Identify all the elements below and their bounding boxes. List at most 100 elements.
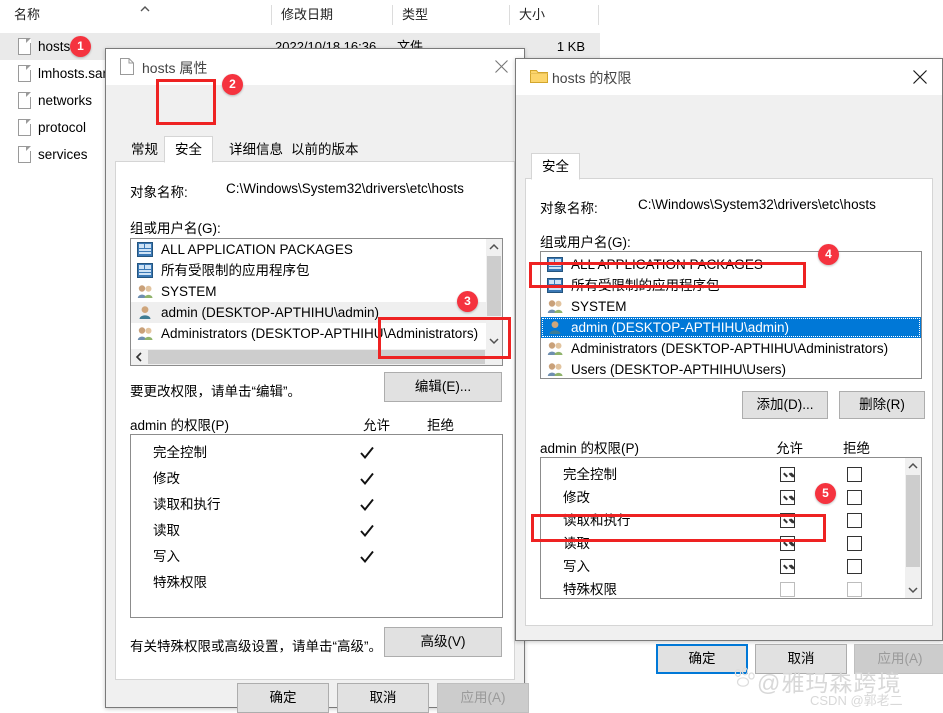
permission-name: 特殊权限 (563, 582, 617, 597)
allow-checkbox[interactable] (780, 467, 795, 482)
check-icon (360, 446, 374, 459)
scroll-up-arrow-icon[interactable] (905, 458, 921, 474)
group-name: SYSTEM (571, 299, 627, 314)
deny-column-header: 拒绝 (427, 418, 454, 433)
permission-name: 读取和执行 (153, 497, 221, 512)
column-header-size-label: 大小 (519, 7, 546, 22)
column-divider[interactable] (392, 5, 393, 25)
file-icon (18, 119, 31, 136)
table-row[interactable]: 写入 (131, 544, 502, 570)
check-icon (360, 498, 374, 511)
cancel-button[interactable]: 取消 (337, 683, 429, 713)
group-name: Administrators (DESKTOP-APTHIHU\Administ… (571, 341, 889, 356)
table-row[interactable]: 读取 (131, 518, 502, 544)
chevron-up-icon (140, 6, 150, 12)
annotation-badge-3: 3 (457, 291, 478, 312)
table-row[interactable]: 读取和执行 (131, 492, 502, 518)
tabstrip: 常规 安全 详细信息 以前的版本 (115, 133, 515, 163)
remove-button[interactable]: 删除(R) (839, 391, 925, 419)
deny-checkbox[interactable] (847, 490, 862, 505)
permission-name: 写入 (563, 559, 590, 574)
group-name: admin (DESKTOP-APTHIHU\admin) (161, 305, 380, 320)
check-icon (360, 524, 374, 537)
deny-checkbox[interactable] (847, 582, 862, 597)
dialog-title: hosts 的权限 (552, 70, 632, 86)
tab-general[interactable]: 常规 (121, 138, 168, 162)
folder-icon (530, 68, 548, 86)
baidu-paw-icon (733, 667, 755, 690)
permissions-title: admin 的权限(P) (540, 441, 640, 456)
allow-checkbox[interactable] (780, 582, 795, 597)
annotation-highlight-admin-row (529, 262, 806, 288)
advanced-button[interactable]: 高级(V) (384, 627, 502, 657)
annotation-badge-2: 2 (222, 74, 243, 95)
edit-hint-text: 要更改权限，请单击“编辑”。 (130, 384, 301, 399)
object-name-value: C:\Windows\System32\drivers\etc\hosts (638, 197, 876, 212)
list-item[interactable]: admin (DESKTOP-APTHIHU\admin) (541, 317, 921, 338)
deny-checkbox[interactable] (847, 559, 862, 574)
deny-checkbox[interactable] (847, 536, 862, 551)
list-item[interactable]: SYSTEM (131, 281, 502, 302)
file-icon (18, 65, 31, 82)
deny-checkbox[interactable] (847, 513, 862, 528)
column-header-date[interactable]: 修改日期 (273, 0, 393, 30)
list-item[interactable]: Users (DESKTOP-APTHIHU\Users) (541, 359, 921, 378)
permission-name: 写入 (153, 549, 180, 564)
annotation-highlight-write-permission (531, 514, 826, 542)
permission-name: 完全控制 (153, 445, 207, 460)
table-row[interactable]: 完全控制 (131, 440, 502, 466)
column-header-name[interactable]: 名称 (6, 0, 271, 30)
scroll-down-arrow-icon[interactable] (905, 582, 921, 598)
permission-name: 修改 (563, 490, 590, 505)
group-name: SYSTEM (161, 284, 217, 299)
tab-security[interactable]: 安全 (531, 153, 580, 180)
tab-previous-versions[interactable]: 以前的版本 (281, 138, 369, 162)
table-row[interactable]: 特殊权限 (541, 577, 921, 598)
scrollbar-thumb[interactable] (906, 475, 920, 567)
allow-column-header: 允许 (363, 418, 390, 433)
group-icon (137, 326, 154, 347)
security-tab-panel: 对象名称: C:\Windows\System32\drivers\etc\ho… (115, 162, 515, 680)
group-name: Users (DESKTOP-APTHIHU\Users) (571, 362, 787, 377)
check-icon (360, 550, 374, 563)
list-item[interactable]: 所有受限制的应用程序包 (131, 260, 502, 281)
column-header-date-label: 修改日期 (281, 7, 334, 22)
permissions-title: admin 的权限(P) (130, 418, 230, 433)
annotation-badge-4: 4 (818, 244, 839, 265)
annotation-badge-1: 1 (70, 36, 91, 57)
column-header-type-label: 类型 (402, 7, 429, 22)
deny-column-header: 拒绝 (843, 441, 870, 456)
tabstrip: 安全 (525, 150, 933, 180)
ok-button[interactable]: 确定 (237, 683, 329, 713)
allow-checkbox[interactable] (780, 490, 795, 505)
column-divider[interactable] (598, 5, 599, 25)
column-divider[interactable] (271, 5, 272, 25)
file-name: hosts (38, 39, 71, 54)
add-button[interactable]: 添加(D)... (742, 391, 828, 419)
file-icon (18, 146, 31, 163)
column-header-name-label: 名称 (14, 7, 41, 22)
column-header-type[interactable]: 类型 (394, 0, 510, 30)
allow-checkbox[interactable] (780, 559, 795, 574)
list-item[interactable]: ALL APPLICATION PACKAGES (131, 239, 502, 260)
permission-name: 读取 (153, 523, 180, 538)
list-item[interactable]: SYSTEM (541, 296, 921, 317)
column-divider[interactable] (509, 5, 510, 25)
edit-button[interactable]: 编辑(E)... (384, 372, 502, 402)
tab-security[interactable]: 安全 (164, 136, 213, 163)
dialog-titlebar: hosts 的权限 (516, 59, 942, 95)
column-header-row: 名称 修改日期 类型 大小 (0, 0, 600, 30)
scrollbar-thumb[interactable] (487, 256, 501, 316)
list-item[interactable]: Administrators (DESKTOP-APTHIHU\Administ… (541, 338, 921, 359)
table-row[interactable]: 修改 (131, 466, 502, 492)
file-name: lmhosts.sam (38, 66, 114, 81)
scroll-up-arrow-icon[interactable] (486, 239, 502, 255)
scroll-left-arrow-icon[interactable] (131, 349, 147, 365)
object-name-value: C:\Windows\System32\drivers\etc\hosts (226, 181, 464, 196)
permissions-listbox[interactable]: 完全控制 修改 读取和执行 读取 写入 特殊权限 (130, 434, 503, 618)
column-header-size[interactable]: 大小 (511, 0, 599, 30)
vertical-scrollbar[interactable] (905, 458, 921, 598)
table-row[interactable]: 特殊权限 (131, 570, 502, 596)
deny-checkbox[interactable] (847, 467, 862, 482)
close-icon[interactable] (898, 59, 942, 93)
